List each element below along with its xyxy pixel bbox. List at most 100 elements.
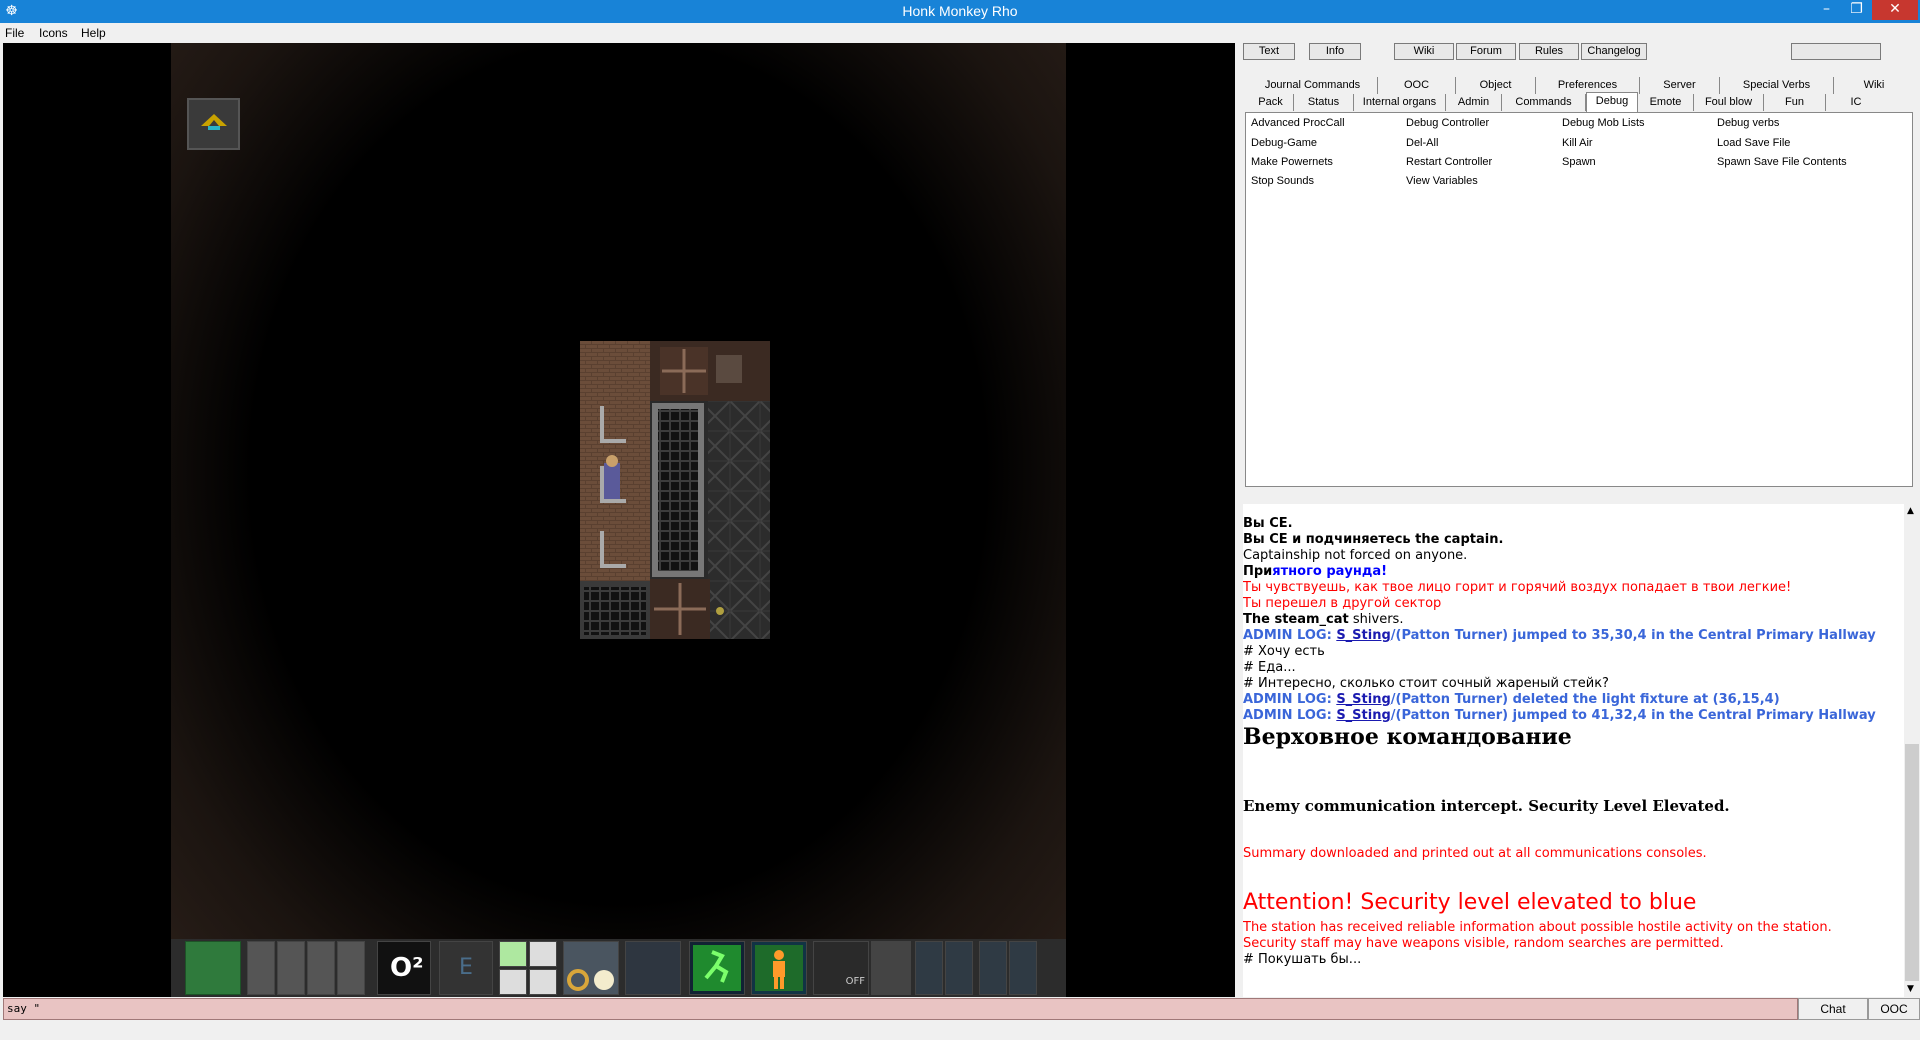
pull-icon[interactable] bbox=[871, 941, 911, 995]
zone-select-head[interactable] bbox=[499, 941, 527, 967]
chat-text: /(Patton Turner) jumped to 41,32,4 in th… bbox=[1390, 708, 1876, 723]
tab-server[interactable]: Server bbox=[1640, 77, 1720, 94]
chat-line: Security staff may have weapons visible,… bbox=[1243, 936, 1724, 951]
admin-user-link[interactable]: S_Sting bbox=[1336, 692, 1390, 707]
admin-log-line: ADMIN LOG: S_Sting/(Patton Turner) delet… bbox=[1243, 692, 1780, 707]
tab-fun[interactable]: Fun bbox=[1764, 94, 1826, 111]
blank-button[interactable] bbox=[1791, 43, 1881, 60]
admin-user-link[interactable]: S_Sting bbox=[1336, 708, 1390, 723]
tab-debug[interactable]: Debug bbox=[1586, 92, 1638, 112]
pocket-slot-3[interactable] bbox=[979, 941, 1007, 995]
temperature-icon[interactable]: OFF bbox=[813, 941, 869, 995]
announcement-intercept: Enemy communication intercept. Security … bbox=[1243, 797, 1730, 815]
verb-spawn-save-file-contents[interactable]: Spawn Save File Contents bbox=[1717, 156, 1847, 168]
chat-button[interactable]: Chat bbox=[1798, 998, 1868, 1020]
verb-debug-controller[interactable]: Debug Controller bbox=[1406, 117, 1489, 129]
tab-ooc[interactable]: OOC bbox=[1378, 77, 1456, 94]
tab-object[interactable]: Object bbox=[1456, 77, 1536, 94]
verb-kill-air[interactable]: Kill Air bbox=[1562, 137, 1593, 149]
verb-del-all[interactable]: Del-All bbox=[1406, 137, 1438, 149]
intent-help-slot[interactable] bbox=[185, 941, 241, 995]
hand-slot-left[interactable] bbox=[563, 941, 619, 995]
hand-slot-right[interactable] bbox=[625, 941, 681, 995]
chat-output[interactable]: Вы CE. Вы CE и подчиняетесь the captain.… bbox=[1243, 504, 1920, 997]
verb-debug-game[interactable]: Debug-Game bbox=[1251, 137, 1317, 149]
zone-select-leg-l[interactable] bbox=[499, 969, 527, 995]
station-tile-map[interactable] bbox=[580, 341, 770, 639]
pocket-slot-1[interactable] bbox=[915, 941, 943, 995]
tab-foul-blow[interactable]: Foul blow bbox=[1694, 94, 1764, 111]
info-button[interactable]: Info bbox=[1309, 43, 1361, 60]
verb-stop-sounds[interactable]: Stop Sounds bbox=[1251, 175, 1314, 187]
menu-icons[interactable]: Icons bbox=[39, 26, 68, 40]
tab-pack[interactable]: Pack bbox=[1248, 94, 1294, 111]
chat-text: /(Patton Turner) jumped to 35,30,4 in th… bbox=[1390, 628, 1876, 643]
zone-select-leg-r[interactable] bbox=[529, 969, 557, 995]
verb-make-powernets[interactable]: Make Powernets bbox=[1251, 156, 1333, 168]
tab-internal-organs[interactable]: Internal organs bbox=[1354, 94, 1446, 111]
chat-line: Captainship not forced on anyone. bbox=[1243, 548, 1468, 563]
ring-item-icon bbox=[567, 969, 614, 991]
chat-line: Вы CE. bbox=[1243, 516, 1293, 531]
tab-special-verbs[interactable]: Special Verbs bbox=[1720, 77, 1834, 94]
chat-line: Вы CE и подчиняетесь the captain. bbox=[1243, 532, 1504, 547]
pocket-slot-4[interactable] bbox=[1009, 941, 1037, 995]
body-status-icon bbox=[755, 945, 803, 991]
verb-load-save-file[interactable]: Load Save File bbox=[1717, 137, 1790, 149]
changelog-button[interactable]: Changelog bbox=[1581, 43, 1647, 60]
storage-slot-4[interactable] bbox=[337, 941, 365, 995]
scroll-up-icon[interactable]: ▲ bbox=[1907, 506, 1914, 516]
tab-commands[interactable]: Commands bbox=[1502, 94, 1586, 111]
storage-slot-3[interactable] bbox=[307, 941, 335, 995]
ghost-hud-icon[interactable] bbox=[187, 98, 240, 150]
verb-advanced-proccall[interactable]: Advanced ProcCall bbox=[1251, 117, 1345, 129]
announcement-heading: Верховное командование bbox=[1243, 724, 1572, 750]
scroll-down-icon[interactable]: ▼ bbox=[1907, 984, 1914, 994]
command-input[interactable]: say " bbox=[3, 998, 1798, 1020]
menu-file[interactable]: File bbox=[5, 26, 24, 40]
chat-line: # Хочу есть bbox=[1243, 644, 1325, 659]
window-title: Honk Monkey Rho bbox=[902, 3, 1018, 19]
ooc-button[interactable]: OOC bbox=[1868, 998, 1920, 1020]
wiki-button[interactable]: Wiki bbox=[1394, 43, 1454, 60]
menu-help[interactable]: Help bbox=[81, 26, 106, 40]
rules-button[interactable]: Rules bbox=[1519, 43, 1579, 60]
storage-slot-2[interactable] bbox=[277, 941, 305, 995]
zone-select-chest[interactable] bbox=[529, 941, 557, 967]
pocket-slot-2[interactable] bbox=[945, 941, 973, 995]
chat-text: shivers. bbox=[1348, 612, 1404, 627]
menu-bar: File Icons Help bbox=[0, 23, 1920, 43]
game-map-view[interactable]: O² E OFF bbox=[3, 43, 1235, 997]
storage-slot-1[interactable] bbox=[247, 941, 275, 995]
alert-heading: Attention! Security level elevated to bl… bbox=[1243, 890, 1697, 915]
close-button[interactable]: ✕ bbox=[1872, 0, 1918, 20]
tab-journal-commands[interactable]: Journal Commands bbox=[1248, 77, 1378, 94]
forum-button[interactable]: Forum bbox=[1456, 43, 1516, 60]
scroll-thumb[interactable] bbox=[1905, 744, 1919, 981]
chat-text: ятного раунда! bbox=[1272, 564, 1388, 579]
title-bar: ☸ Honk Monkey Rho – ❐ ✕ bbox=[0, 0, 1920, 23]
verb-view-variables[interactable]: View Variables bbox=[1406, 175, 1478, 187]
restore-button[interactable]: ❐ bbox=[1842, 0, 1871, 20]
chat-scrollbar[interactable]: ▲ ▼ bbox=[1904, 504, 1920, 997]
chat-text: При bbox=[1243, 564, 1273, 579]
tab-admin[interactable]: Admin bbox=[1446, 94, 1502, 111]
text-button[interactable]: Text bbox=[1243, 43, 1295, 60]
minimize-button[interactable]: – bbox=[1812, 0, 1841, 20]
tab-emote[interactable]: Emote bbox=[1638, 94, 1694, 111]
tab-wiki[interactable]: Wiki bbox=[1834, 77, 1914, 94]
running-man-icon bbox=[693, 945, 741, 991]
verb-debug-verbs[interactable]: Debug verbs bbox=[1717, 117, 1779, 129]
chat-text: ADMIN LOG: bbox=[1243, 708, 1337, 723]
verb-restart-controller[interactable]: Restart Controller bbox=[1406, 156, 1492, 168]
verb-debug-mob-lists[interactable]: Debug Mob Lists bbox=[1562, 117, 1645, 129]
health-doll-icon[interactable] bbox=[751, 941, 807, 995]
tab-status[interactable]: Status bbox=[1294, 94, 1354, 111]
internals-icon[interactable]: E bbox=[439, 941, 493, 995]
admin-user-link[interactable]: S_Sting bbox=[1336, 628, 1390, 643]
run-toggle-icon[interactable] bbox=[689, 941, 745, 995]
tab-ic[interactable]: IC bbox=[1826, 94, 1886, 111]
verb-spawn[interactable]: Spawn bbox=[1562, 156, 1596, 168]
oxygen-indicator-icon[interactable]: O² bbox=[377, 941, 431, 995]
chat-line: Приятного раунда! bbox=[1243, 564, 1387, 579]
